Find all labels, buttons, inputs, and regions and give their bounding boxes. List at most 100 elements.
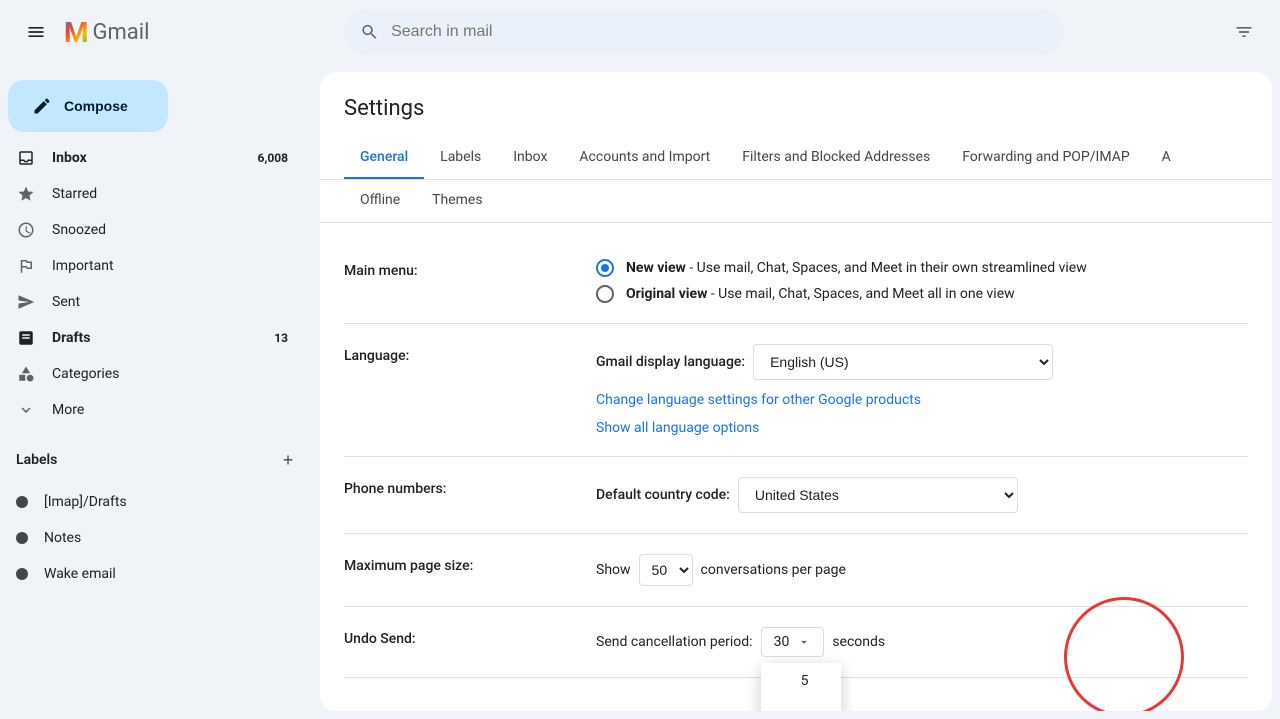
labels-section: Labels + xyxy=(0,436,320,484)
sidebar-item-sent[interactable]: Sent xyxy=(0,284,304,320)
search-input[interactable] xyxy=(391,23,1048,41)
tab-forwarding[interactable]: Forwarding and POP/IMAP xyxy=(946,137,1145,180)
important-label: Important xyxy=(52,258,114,274)
settings-tabs: General Labels Inbox Accounts and Import… xyxy=(320,137,1272,180)
view-radio-group: New view - Use mail, Chat, Spaces, and M… xyxy=(596,259,1248,303)
tab-more[interactable]: A xyxy=(1146,137,1187,180)
new-view-option[interactable]: New view - Use mail, Chat, Spaces, and M… xyxy=(596,259,1248,277)
undo-send-content: Send cancellation period: 30 xyxy=(596,627,1248,657)
change-language-link[interactable]: Change language settings for other Googl… xyxy=(596,392,1248,408)
undo-send-row: Undo Send: Send cancellation period: 30 xyxy=(344,607,1248,678)
phone-numbers-label: Phone numbers: xyxy=(344,477,564,497)
seconds-label: seconds xyxy=(832,634,885,650)
page-size-select[interactable]: 50 25 10 xyxy=(639,554,693,586)
phone-numbers-row: Phone numbers: Default country code: Uni… xyxy=(344,457,1248,534)
settings-tabs-row2: Offline Themes xyxy=(320,180,1272,223)
important-icon xyxy=(16,256,36,276)
undo-send-label: Undo Send: xyxy=(344,627,564,647)
header-right xyxy=(1224,12,1264,52)
gmail-logo-text: Gmail xyxy=(93,20,150,45)
undo-send-controls: Send cancellation period: 30 xyxy=(596,627,1248,657)
label-dot-notes xyxy=(16,532,28,544)
period-5-label: 5 xyxy=(801,673,809,689)
settings-title: Settings xyxy=(320,72,1272,121)
filter-icon[interactable] xyxy=(1224,12,1264,52)
sidebar: Compose Inbox 6,008 Starred Snoozed xyxy=(0,64,320,719)
tab-general[interactable]: General xyxy=(344,137,424,180)
label-item-wake-email[interactable]: Wake email xyxy=(0,556,304,592)
compose-label: Compose xyxy=(64,98,128,114)
add-label-button[interactable]: + xyxy=(272,444,304,476)
language-label: Language: xyxy=(344,344,564,364)
sidebar-item-drafts[interactable]: Drafts 13 xyxy=(0,320,304,356)
label-item-imap-drafts[interactable]: [Imap]/Drafts xyxy=(0,484,304,520)
main-menu-label: Main menu: xyxy=(344,259,564,279)
sidebar-item-important[interactable]: Important xyxy=(0,248,304,284)
categories-icon xyxy=(16,364,36,384)
inbox-label: Inbox xyxy=(52,150,87,166)
label-dot-imap xyxy=(16,496,28,508)
star-icon xyxy=(16,184,36,204)
gmail-logo: M Gmail xyxy=(64,16,149,49)
main-menu-content: New view - Use mail, Chat, Spaces, and M… xyxy=(596,259,1248,303)
label-wake-email: Wake email xyxy=(44,566,116,582)
new-view-label: New view - Use mail, Chat, Spaces, and M… xyxy=(626,260,1087,276)
tab-inbox[interactable]: Inbox xyxy=(497,137,563,180)
sidebar-item-more[interactable]: More xyxy=(0,392,304,428)
more-label: More xyxy=(52,402,84,418)
settings-body: Main menu: New view - Use mail, Chat, Sp… xyxy=(320,223,1272,694)
drafts-label: Drafts xyxy=(52,330,90,346)
period-dropdown: 5 10 20 xyxy=(761,663,841,711)
header-left: M Gmail xyxy=(16,12,336,52)
search-bar[interactable] xyxy=(344,9,1064,55)
main-layout: Compose Inbox 6,008 Starred Snoozed xyxy=(0,64,1280,719)
new-view-radio[interactable] xyxy=(596,259,614,277)
language-select-row: Gmail display language: English (US) xyxy=(596,344,1248,380)
drafts-count: 13 xyxy=(274,331,288,345)
country-code-select[interactable]: United States xyxy=(738,477,1018,513)
snoozed-icon xyxy=(16,220,36,240)
starred-label: Starred xyxy=(52,186,97,202)
labels-title: Labels xyxy=(16,452,57,468)
sidebar-item-inbox[interactable]: Inbox 6,008 xyxy=(0,140,304,176)
label-dot-wake xyxy=(16,568,28,580)
page-size-label: Maximum page size: xyxy=(344,554,564,574)
sidebar-item-starred[interactable]: Starred xyxy=(0,176,304,212)
display-language-label: Gmail display language: xyxy=(596,354,745,370)
tab-themes[interactable]: Themes xyxy=(416,180,498,223)
tab-accounts[interactable]: Accounts and Import xyxy=(563,137,726,180)
selected-period-value: 30 xyxy=(774,634,790,650)
phone-numbers-content: Default country code: United States xyxy=(596,477,1248,513)
label-item-notes[interactable]: Notes xyxy=(0,520,304,556)
language-select[interactable]: English (US) xyxy=(753,344,1053,380)
show-all-languages-link[interactable]: Show all language options xyxy=(596,420,1248,436)
sidebar-item-snoozed[interactable]: Snoozed xyxy=(0,212,304,248)
language-row: Language: Gmail display language: Englis… xyxy=(344,324,1248,457)
inbox-icon xyxy=(16,148,36,168)
original-view-label: Original view - Use mail, Chat, Spaces, … xyxy=(626,286,1015,302)
main-menu-row: Main menu: New view - Use mail, Chat, Sp… xyxy=(344,239,1248,324)
label-imap-drafts: [Imap]/Drafts xyxy=(44,494,127,510)
categories-label: Categories xyxy=(52,366,119,382)
sent-label: Sent xyxy=(52,294,80,310)
country-select-row: Default country code: United States xyxy=(596,477,1248,513)
original-view-option[interactable]: Original view - Use mail, Chat, Spaces, … xyxy=(596,285,1248,303)
tab-filters[interactable]: Filters and Blocked Addresses xyxy=(726,137,946,180)
show-label: Show xyxy=(596,562,631,578)
default-country-label: Default country code: xyxy=(596,487,730,503)
period-option-10[interactable]: 10 xyxy=(761,699,841,711)
tab-offline[interactable]: Offline xyxy=(344,180,416,223)
period-option-5[interactable]: 5 xyxy=(761,663,841,699)
inbox-count: 6,008 xyxy=(258,151,289,165)
tab-labels[interactable]: Labels xyxy=(424,137,497,180)
hamburger-button[interactable] xyxy=(16,12,56,52)
send-cancellation-label: Send cancellation period: xyxy=(596,634,753,650)
compose-button[interactable]: Compose xyxy=(8,80,168,132)
page-size-content: Show 50 25 10 conversations per page xyxy=(596,554,1248,586)
sidebar-item-categories[interactable]: Categories xyxy=(0,356,304,392)
header: M Gmail xyxy=(0,0,1280,64)
original-view-radio[interactable] xyxy=(596,285,614,303)
m-logo-icon: M xyxy=(64,16,89,49)
label-notes: Notes xyxy=(44,530,81,546)
cancellation-period-trigger[interactable]: 30 xyxy=(761,627,825,657)
